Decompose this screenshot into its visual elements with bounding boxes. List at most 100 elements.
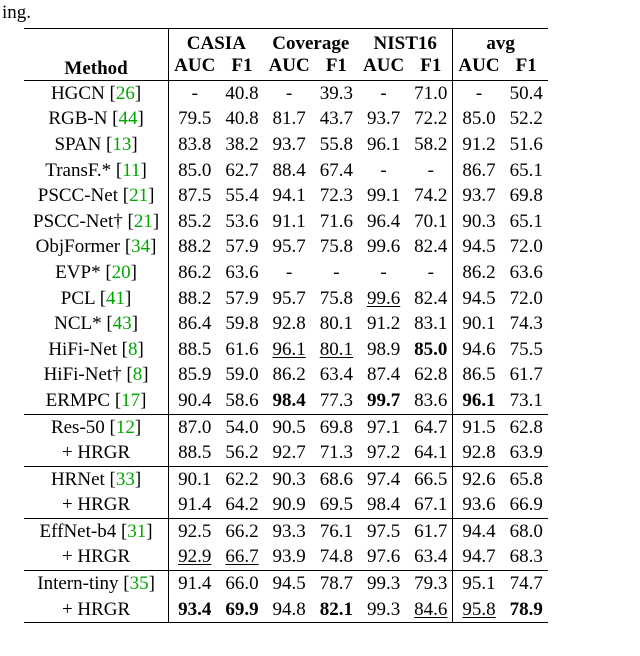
value-cell: 88.2 <box>169 286 221 312</box>
sub-f1: F1 <box>505 55 548 81</box>
cite-link[interactable]: 11 <box>122 160 140 181</box>
value-cell: 94.5 <box>453 235 505 261</box>
value-cell: 79.5 <box>169 107 221 133</box>
col-avg: avg <box>453 29 548 56</box>
value-cell: 90.3 <box>453 209 505 235</box>
sub-f1: F1 <box>220 55 263 81</box>
value-cell: 94.5 <box>453 286 505 312</box>
method-cell: HiFi-Net† [8] <box>24 363 169 389</box>
value-cell: 82.1 <box>315 597 358 623</box>
value-cell: 87.4 <box>358 363 409 389</box>
value-cell: 85.0 <box>409 337 453 363</box>
method-cell: + HRGR <box>24 440 169 466</box>
cite-link[interactable]: 35 <box>130 573 149 594</box>
cite-link[interactable]: 41 <box>106 288 125 309</box>
value-cell: 75.5 <box>505 337 548 363</box>
value-cell: 68.0 <box>505 519 548 545</box>
value-cell: 69.9 <box>220 597 263 623</box>
value-cell: 96.1 <box>264 337 315 363</box>
value-cell: 86.5 <box>453 363 505 389</box>
method-cell: PSCC-Net [21] <box>24 183 169 209</box>
value-cell: 92.9 <box>169 545 221 571</box>
value-cell: 94.1 <box>264 183 315 209</box>
cite-link[interactable]: 13 <box>112 134 131 155</box>
value-cell: 96.1 <box>358 132 409 158</box>
value-cell: 86.2 <box>453 260 505 286</box>
value-cell: 92.8 <box>453 440 505 466</box>
value-cell: 85.0 <box>453 107 505 133</box>
cite-link[interactable]: 31 <box>127 521 146 542</box>
value-cell: 66.5 <box>409 466 453 492</box>
value-cell: 95.1 <box>453 571 505 597</box>
value-cell: 61.6 <box>220 337 263 363</box>
value-cell: 95.8 <box>453 597 505 623</box>
value-cell: 86.7 <box>453 158 505 184</box>
value-cell: - <box>453 81 505 107</box>
value-cell: 70.1 <box>409 209 453 235</box>
table-row: EVP* [20]86.263.6----86.263.6 <box>24 260 548 286</box>
value-cell: 94.8 <box>264 597 315 623</box>
cite-link[interactable]: 43 <box>113 313 132 334</box>
value-cell: 43.7 <box>315 107 358 133</box>
value-cell: 80.1 <box>315 311 358 337</box>
cite-link[interactable]: 8 <box>128 339 138 360</box>
value-cell: 88.5 <box>169 337 221 363</box>
value-cell: 71.6 <box>315 209 358 235</box>
value-cell: 91.5 <box>453 414 505 440</box>
cite-link[interactable]: 34 <box>131 236 150 257</box>
cite-link[interactable]: 21 <box>134 211 153 232</box>
table-row: HGCN [26]-40.8-39.3-71.0-50.4 <box>24 81 548 107</box>
cite-link[interactable]: 44 <box>119 108 138 129</box>
value-cell: 99.6 <box>358 235 409 261</box>
method-cell: EffNet-b4 [31] <box>24 519 169 545</box>
value-cell: 90.5 <box>264 414 315 440</box>
value-cell: 74.8 <box>315 545 358 571</box>
value-cell: 98.9 <box>358 337 409 363</box>
value-cell: - <box>358 81 409 107</box>
cite-link[interactable]: 26 <box>116 83 135 104</box>
cite-link[interactable]: 21 <box>129 185 148 206</box>
value-cell: 75.8 <box>315 286 358 312</box>
value-cell: 39.3 <box>315 81 358 107</box>
results-table: Method CASIA Coverage NIST16 avg AUC F1 … <box>24 28 548 623</box>
value-cell: 56.2 <box>220 440 263 466</box>
cite-link[interactable]: 8 <box>133 364 143 385</box>
value-cell: 99.6 <box>358 286 409 312</box>
method-cell: Res-50 [12] <box>24 414 169 440</box>
value-cell: 83.8 <box>169 132 221 158</box>
value-cell: 96.4 <box>358 209 409 235</box>
value-cell: 93.3 <box>264 519 315 545</box>
value-cell: 64.1 <box>409 440 453 466</box>
value-cell: 69.8 <box>505 183 548 209</box>
value-cell: 63.4 <box>409 545 453 571</box>
table-row: HiFi-Net [8]88.561.696.180.198.985.094.6… <box>24 337 548 363</box>
value-cell: 72.3 <box>315 183 358 209</box>
value-cell: - <box>358 158 409 184</box>
sub-auc: AUC <box>169 55 221 81</box>
value-cell: 68.6 <box>315 466 358 492</box>
method-cell: PSCC-Net† [21] <box>24 209 169 235</box>
value-cell: 66.0 <box>220 571 263 597</box>
value-cell: 51.6 <box>505 132 548 158</box>
value-cell: 55.4 <box>220 183 263 209</box>
cite-link[interactable]: 17 <box>121 390 140 411</box>
table-row: PSCC-Net† [21]85.253.691.171.696.470.190… <box>24 209 548 235</box>
value-cell: 92.6 <box>453 466 505 492</box>
value-cell: 66.7 <box>220 545 263 571</box>
value-cell: 93.9 <box>264 545 315 571</box>
cite-link[interactable]: 12 <box>116 417 135 438</box>
value-cell: 93.7 <box>358 107 409 133</box>
sub-auc: AUC <box>358 55 409 81</box>
sub-f1: F1 <box>315 55 358 81</box>
value-cell: 98.4 <box>264 388 315 414</box>
value-cell: 52.2 <box>505 107 548 133</box>
cite-link[interactable]: 33 <box>116 469 135 490</box>
value-cell: 81.7 <box>264 107 315 133</box>
table-row: RGB-N [44]79.540.881.743.793.772.285.052… <box>24 107 548 133</box>
table-row: + HRGR93.469.994.882.199.384.695.878.9 <box>24 597 548 623</box>
value-cell: 61.7 <box>505 363 548 389</box>
value-cell: 88.2 <box>169 235 221 261</box>
cite-link[interactable]: 20 <box>112 262 131 283</box>
value-cell: 71.0 <box>409 81 453 107</box>
value-cell: - <box>358 260 409 286</box>
